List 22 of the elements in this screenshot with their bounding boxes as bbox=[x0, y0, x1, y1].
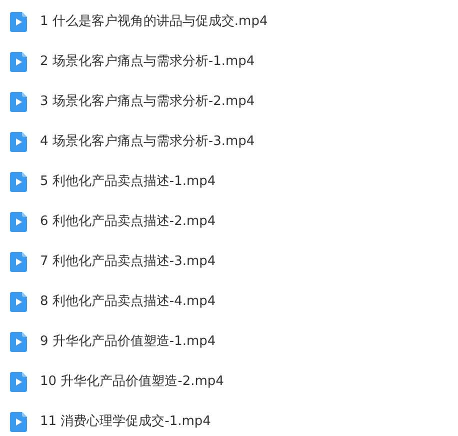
video-file-icon bbox=[10, 92, 27, 112]
file-name[interactable]: 2 场景化客户痛点与需求分析-1.mp4 bbox=[40, 52, 255, 72]
file-name[interactable]: 11 消费心理学促成交-1.mp4 bbox=[40, 412, 211, 432]
video-file-icon bbox=[10, 52, 27, 72]
file-name[interactable]: 5 利他化产品卖点描述-1.mp4 bbox=[40, 172, 216, 192]
video-file-icon bbox=[10, 412, 27, 432]
video-file-icon bbox=[10, 372, 27, 392]
file-name[interactable]: 4 场景化客户痛点与需求分析-3.mp4 bbox=[40, 132, 255, 152]
file-name[interactable]: 7 利他化产品卖点描述-3.mp4 bbox=[40, 252, 216, 272]
video-file-icon bbox=[10, 172, 27, 192]
file-name[interactable]: 9 升华化产品价值塑造-1.mp4 bbox=[40, 332, 216, 352]
video-file-icon bbox=[10, 252, 27, 272]
video-file-icon bbox=[10, 132, 27, 152]
file-name[interactable]: 10 升华化产品价值塑造-2.mp4 bbox=[40, 372, 224, 392]
file-name[interactable]: 8 利他化产品卖点描述-4.mp4 bbox=[40, 292, 216, 312]
file-name[interactable]: 1 什么是客户视角的讲品与促成交.mp4 bbox=[40, 12, 268, 32]
video-file-icon bbox=[10, 12, 27, 32]
video-file-icon bbox=[10, 212, 27, 232]
file-name[interactable]: 6 利他化产品卖点描述-2.mp4 bbox=[40, 212, 216, 232]
video-file-icon bbox=[10, 332, 27, 352]
video-file-icon bbox=[10, 292, 27, 312]
file-name[interactable]: 3 场景化客户痛点与需求分析-2.mp4 bbox=[40, 92, 255, 112]
